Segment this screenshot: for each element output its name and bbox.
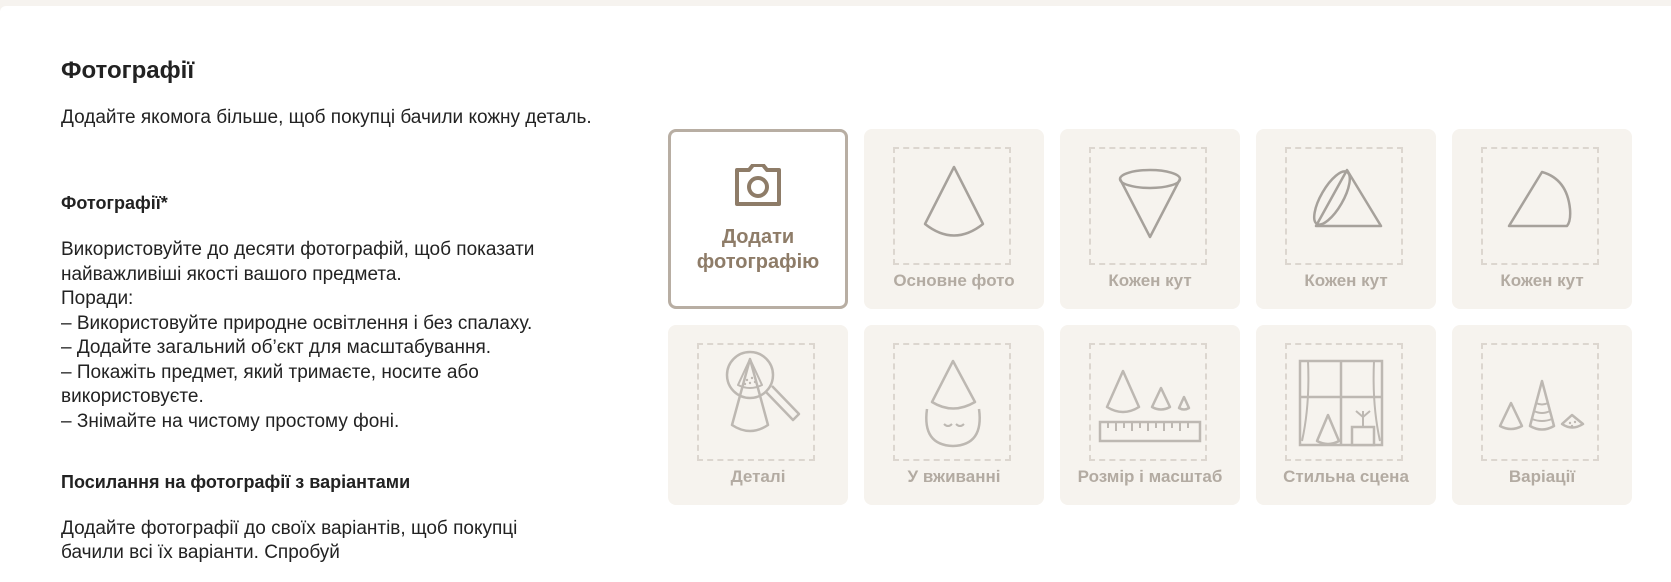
add-photo-line2: фотографію — [696, 251, 820, 273]
photo-slot-angle-2[interactable]: Кожен кут — [1256, 129, 1436, 309]
photo-slot-angle-3[interactable]: Кожен кут — [1452, 129, 1632, 309]
photo-tips: Використовуйте до десяти фотографій, щоб… — [61, 238, 621, 434]
intro-text: Додайте якомога більше, щоб покупці бачи… — [61, 107, 592, 128]
tip-line: – Покажіть предмет, який тримаєте, носит… — [61, 361, 479, 383]
add-photo-label: Додати фотографію — [671, 225, 845, 275]
section-title: Фотографії — [61, 57, 195, 84]
slot-label: Стильна сцена — [1283, 467, 1409, 486]
photos-panel: Фотографії Додайте якомога більше, щоб п… — [0, 6, 1671, 582]
tip-line: використовуєте. — [61, 386, 204, 407]
slot-label: Кожен кут — [1304, 271, 1388, 290]
slot-label: У вживанні — [907, 467, 1001, 486]
photo-slot-details[interactable]: Деталі — [668, 325, 848, 505]
variants-heading: Посилання на фотографії з варіантами — [61, 472, 411, 492]
photo-slot-main[interactable]: Основне фото — [864, 129, 1044, 309]
slot-label: Основне фото — [893, 271, 1015, 290]
photos-heading: Фотографії* — [61, 193, 168, 213]
slot-label: Кожен кут — [1108, 271, 1192, 290]
photo-slot-angle-1[interactable]: Кожен кут — [1060, 129, 1240, 309]
photo-slot-styled-scene[interactable]: Стильна сцена — [1256, 325, 1436, 505]
add-photo-button[interactable]: Додати фотографію — [668, 129, 848, 309]
add-photo-line1: Додати — [721, 226, 795, 248]
slot-label: Варіації — [1508, 467, 1576, 486]
photo-slot-variations[interactable]: Варіації — [1452, 325, 1632, 505]
tip-line: найважливіші якості вашого предмета. — [61, 263, 402, 285]
tip-line: – Додайте загальний об’єкт для масштабув… — [61, 337, 492, 358]
tip-line: Використовуйте до десяти фотографій, щоб… — [61, 239, 535, 260]
slot-label: Розмір і масштаб — [1077, 467, 1223, 486]
slot-label: Деталі — [730, 467, 786, 486]
variants-text: Додайте фотографії до своїх варіантів, щ… — [61, 518, 518, 563]
tip-line: – Знімайте на чистому простому фоні. — [61, 410, 400, 432]
tip-line: – Використовуйте природне освітлення і б… — [61, 312, 533, 334]
photo-slot-in-use[interactable]: У вживанні — [864, 325, 1044, 505]
photo-slot-scale[interactable]: Розмір і масштаб — [1060, 325, 1240, 505]
tip-line: Поради: — [61, 288, 134, 309]
slot-label: Кожен кут — [1500, 271, 1584, 290]
camera-icon — [735, 164, 781, 206]
